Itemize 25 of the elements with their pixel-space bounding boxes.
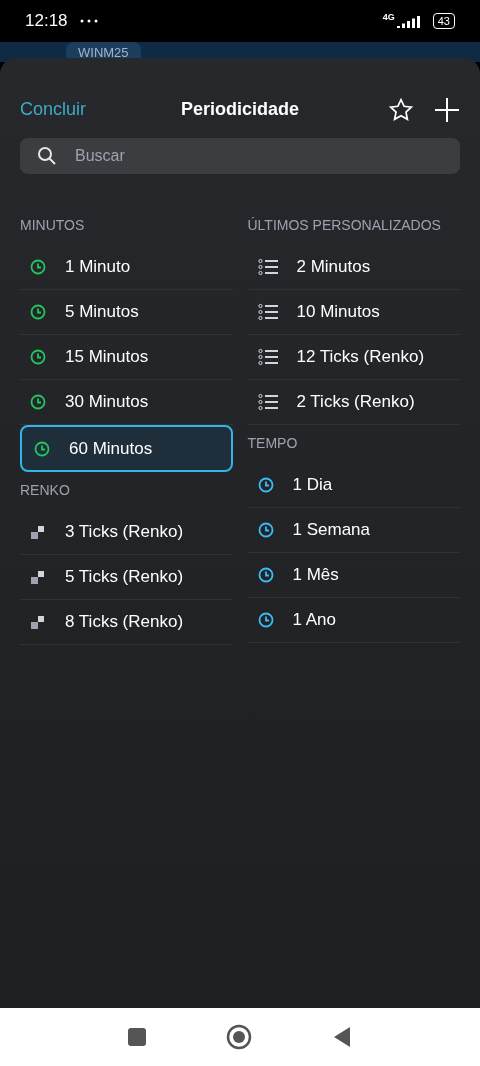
timeframe-item[interactable]: 5 Minutos [20,290,233,335]
timeframe-item[interactable]: 12 Ticks (Renko) [247,335,460,380]
done-button[interactable]: Concluir [20,96,130,123]
timeframe-item[interactable]: 10 Minutos [247,290,460,335]
battery-icon: 43 [432,13,455,29]
timeframe-item[interactable]: 3 Ticks (Renko) [20,510,233,555]
timeframe-item[interactable]: 60 Minutos [20,425,233,472]
timeframe-item[interactable]: 8 Ticks (Renko) [20,600,233,645]
timeframe-item[interactable]: 1 Ano [247,598,460,643]
timeframe-item[interactable]: 1 Dia [247,463,460,508]
timeframe-item[interactable]: 2 Minutos [247,245,460,290]
timeframe-item[interactable]: 1 Minuto [20,245,233,290]
search-field[interactable]: Buscar [20,138,460,174]
status-time: 12:18 [25,10,68,33]
timeframe-item[interactable]: 15 Minutos [20,335,233,380]
sheet-title: Periodicidade [179,98,300,121]
section-heading: TEMPO [247,434,299,453]
timeframe-item[interactable]: 2 Ticks (Renko) [247,380,460,425]
network-type: 4G [382,11,395,24]
timeframe-item[interactable]: 1 Semana [247,508,460,553]
section-heading: RENKO [20,481,71,500]
timeframe-item[interactable]: 5 Ticks (Renko) [20,555,233,600]
section-heading: MINUTOS [20,216,86,235]
section-heading: ÚLTIMOS PERSONALIZADOS [247,216,442,235]
timeframe-item[interactable]: 1 Mês [247,553,460,598]
